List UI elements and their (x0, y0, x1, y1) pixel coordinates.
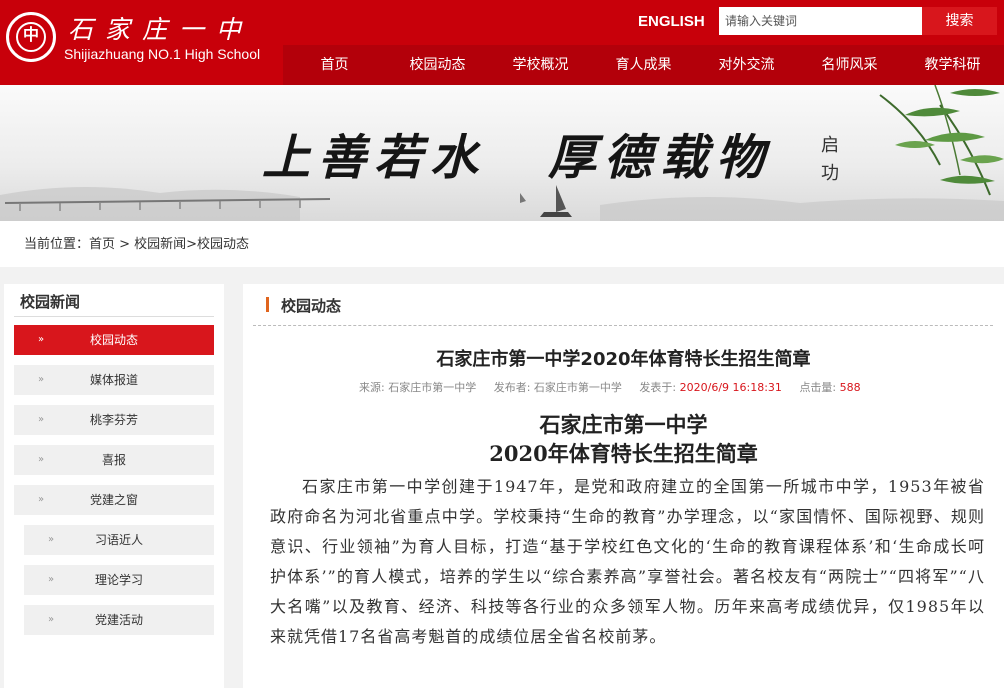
sidebar-item-media[interactable]: » 媒体报道 (14, 365, 214, 395)
banner-signature: 启功 (818, 135, 839, 191)
breadcrumb[interactable]: 当前位置：首页 > 校园新闻>校园动态 (0, 221, 1004, 267)
meta-publisher: 发布者: 石家庄市第一中学 (493, 381, 622, 394)
sidebar-subitem-theory[interactable]: » 理论学习 (24, 565, 214, 595)
banner-motto-right: 厚德载物 (548, 130, 773, 186)
section-marker (266, 297, 269, 312)
article-body-paragraph: 石家庄市第一中学创建于1947年，是党和政府建立的全国第一所城市中学，1953年… (270, 477, 985, 646)
sidebar-title: 校园新闻 (20, 293, 81, 311)
logo-mark: 中 (22, 25, 39, 44)
main-content: 校园动态 石家庄市第一中学2020年体育特长生招生简章 来源: 石家庄市第一中学… (243, 284, 1004, 688)
landscape-illustration (0, 85, 1004, 221)
divider (14, 316, 214, 317)
document-title-line-2: 2020年体育特长生招生简章 (489, 441, 758, 466)
sidebar-item-good-news[interactable]: » 喜报 (14, 445, 214, 475)
sidebar-item-party-window[interactable]: » 党建之窗 (14, 485, 214, 515)
nav-item-achievements[interactable]: 育人成果 (592, 45, 695, 85)
school-logo-icon[interactable]: 中 (6, 12, 56, 62)
sidebar-item-campus-news[interactable]: » 校园动态 (14, 325, 214, 355)
banner: 上善若水 厚德载物 启功 (0, 85, 1004, 221)
main-nav: 首页 校园动态 学校概况 育人成果 对外交流 名师风采 教学科研 (283, 45, 1004, 85)
article-meta: 来源: 石家庄市第一中学 发布者: 石家庄市第一中学 发表于: 2020/6/9… (359, 379, 861, 395)
chevron-right-icon: » (38, 494, 45, 505)
chevron-right-icon: » (38, 454, 45, 465)
meta-views-label: 点击量: (799, 381, 837, 394)
sidebar-item-label: 校园动态 (89, 333, 138, 347)
article-title: 石家庄市第一中学2020年体育特长生招生简章 (436, 349, 811, 370)
sidebar-subitem-xi-quotes[interactable]: » 习语近人 (24, 525, 214, 555)
nav-item-teachers[interactable]: 名师风采 (798, 45, 901, 85)
sidebar-item-label: 习语近人 (94, 533, 143, 547)
nav-item-about[interactable]: 学校概况 (489, 45, 592, 85)
nav-item-exchange[interactable]: 对外交流 (695, 45, 798, 85)
sidebar-item-label: 党建活动 (94, 613, 143, 627)
chevron-right-icon: » (48, 614, 55, 625)
meta-views-value: 588 (839, 381, 861, 394)
site-header: 中 石家庄一中 Shijiazhuang NO.1 High School EN… (0, 0, 1004, 85)
chevron-right-icon: » (38, 334, 45, 345)
search-button[interactable]: 搜索 (922, 7, 997, 35)
meta-source: 来源: 石家庄市第一中学 (359, 381, 477, 394)
sidebar-item-label: 媒体报道 (89, 373, 138, 387)
chevron-right-icon: » (48, 574, 55, 585)
banner-motto-left: 上善若水 (262, 130, 487, 186)
sidebar: 校园新闻 » 校园动态 » 媒体报道 » 桃李芬芳 » 喜报 » 党建之窗 » … (4, 284, 224, 688)
sidebar-item-label: 桃李芬芳 (89, 413, 138, 427)
logo-english-name[interactable]: Shijiazhuang NO.1 High School (64, 46, 260, 62)
logo-chinese-name[interactable]: 石家庄一中 (68, 10, 253, 46)
chevron-right-icon: » (48, 534, 55, 545)
meta-published-value: 2020/6/9 16:18:31 (679, 381, 782, 394)
sidebar-item-alumni[interactable]: » 桃李芬芳 (14, 405, 214, 435)
nav-item-research[interactable]: 教学科研 (901, 45, 1004, 85)
chevron-right-icon: » (38, 374, 45, 385)
section-title: 校园动态 (281, 297, 342, 315)
nav-item-home[interactable]: 首页 (283, 45, 386, 85)
divider (253, 325, 993, 326)
document-title-line-1: 石家庄市第一中学 (539, 412, 708, 437)
meta-published-label: 发表于: (639, 381, 677, 394)
search-input[interactable] (719, 7, 922, 35)
nav-item-campus-news[interactable]: 校园动态 (386, 45, 489, 85)
chevron-right-icon: » (38, 414, 45, 425)
sidebar-item-label: 喜报 (101, 453, 126, 467)
english-site-link[interactable]: ENGLISH (638, 13, 705, 30)
sidebar-subitem-party-activities[interactable]: » 党建活动 (24, 605, 214, 635)
sidebar-item-label: 理论学习 (94, 573, 143, 587)
sidebar-item-label: 党建之窗 (89, 493, 138, 507)
